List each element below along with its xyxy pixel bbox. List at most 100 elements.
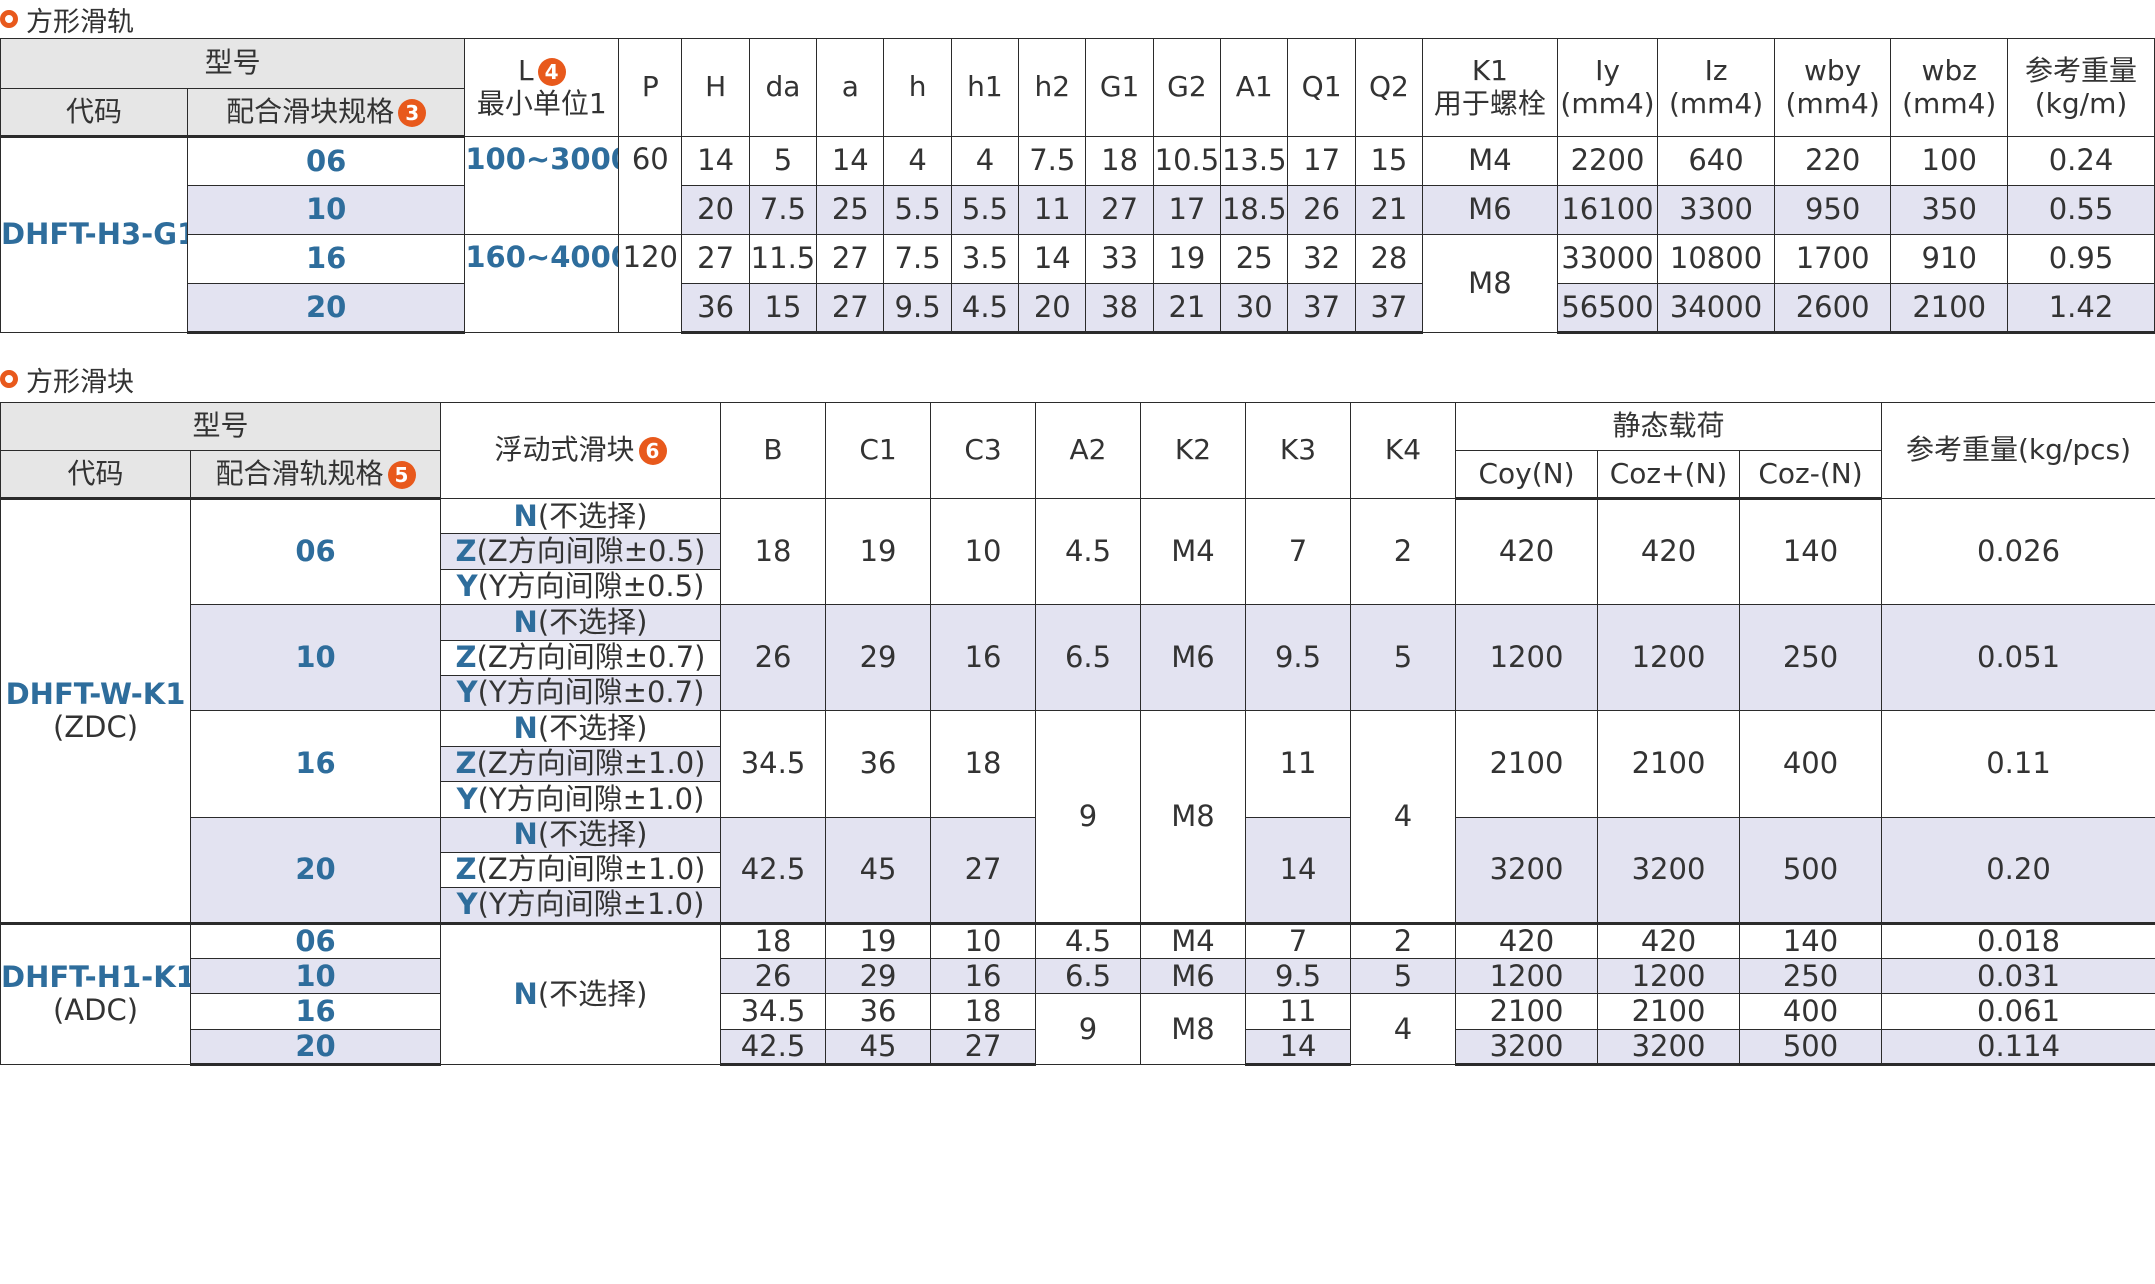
header-weight: 参考重量 (kg/m) (2007, 38, 2155, 137)
header-L: L4 最小单位1 (464, 38, 620, 137)
float-option: Z(Z方向间隙±0.5) (440, 533, 722, 570)
badge-5-icon: 5 (387, 460, 416, 489)
cell-cozm: 140 (1739, 921, 1883, 960)
cell-K2: M8 (1140, 710, 1247, 924)
rail-code: DHFT-H3-G1 (0, 136, 188, 333)
rail-L-range: 160~4000 (464, 234, 620, 333)
cell-w: 0.026 (1881, 497, 2155, 606)
cell: 27 (1085, 185, 1154, 235)
cell-coy: 1200 (1455, 604, 1599, 712)
cell-coy: 420 (1455, 497, 1599, 606)
cell-C1: 45 (825, 816, 932, 924)
float-option: Y(Y方向间隙±1.0) (440, 887, 722, 925)
cell-K2: M8 (1140, 993, 1247, 1066)
header-B: B (720, 402, 827, 499)
cell-cozm: 400 (1739, 710, 1883, 818)
cell: 7.5 (883, 234, 952, 284)
cell-w: 0.051 (1881, 604, 2155, 712)
cell: 27 (681, 234, 750, 284)
cell: 5.5 (883, 185, 952, 235)
slider-spec: 06 (189, 921, 442, 960)
cell: 10800 (1657, 234, 1775, 284)
header-A2: A2 (1035, 402, 1142, 499)
slider-code-adc: DHFT-H1-K1 (ADC) (0, 921, 191, 1066)
cell-C3: 10 (930, 497, 1037, 606)
header-da: da (748, 38, 818, 137)
cell: 0.95 (2007, 234, 2155, 284)
cell-B: 42.5 (720, 816, 827, 924)
cell-K2: M4 (1140, 497, 1247, 606)
header-cozp: Coz+(N) (1597, 450, 1741, 500)
cell-cozp: 3200 (1597, 816, 1741, 924)
header-Iy: Iy (mm4) (1556, 38, 1659, 137)
header-G2: G2 (1152, 38, 1222, 137)
slider-code-zdc: DHFT-W-K1 (ZDC) (0, 498, 191, 924)
cell: 11 (1018, 185, 1087, 235)
header-Q2: Q2 (1354, 38, 1424, 137)
cell-C1: 29 (825, 604, 932, 712)
float-option: Z(Z方向间隙±1.0) (440, 851, 722, 889)
cell: 32 (1287, 234, 1356, 284)
cell: 220 (1773, 136, 1892, 186)
badge-6-icon: 6 (638, 437, 667, 466)
cell-A2: 9 (1035, 993, 1142, 1066)
header-Iz: Iz (mm4) (1657, 38, 1775, 137)
cell-K3: 11 (1245, 710, 1352, 818)
rail-P: 120 (618, 234, 683, 333)
cell-C1: 29 (825, 958, 932, 995)
cell-K3: 9.5 (1245, 604, 1352, 712)
cell-cozm: 500 (1739, 816, 1883, 924)
rail-spec: 20 (186, 283, 466, 334)
cell: 0.55 (2007, 185, 2155, 235)
cell: 10.5 (1152, 136, 1222, 186)
cell-C3: 10 (930, 921, 1037, 960)
rail-spec: 06 (186, 136, 466, 186)
cell: 20 (681, 185, 750, 235)
rail-spec: 10 (186, 185, 466, 235)
cell: 25 (1220, 234, 1289, 284)
cell-B: 42.5 (720, 1028, 827, 1067)
cell-w: 0.061 (1881, 993, 2155, 1030)
slider-spec: 10 (189, 604, 442, 712)
slider-table: 型号 浮动式滑块 6 B C1 C3 A2 K2 K3 K4 静态载荷 参考重量(… (0, 402, 2155, 1067)
cell-cozp: 420 (1597, 921, 1741, 960)
header-h: h (883, 38, 952, 137)
cell: 14 (681, 136, 750, 186)
cell: 25 (816, 185, 885, 235)
cell-cozm: 500 (1739, 1028, 1883, 1067)
cell: 5.5 (950, 185, 1020, 235)
cell-C3: 16 (930, 958, 1037, 995)
badge-3-icon: 3 (398, 98, 427, 127)
cell-A2: 9 (1035, 710, 1142, 924)
header-code: 代码 (0, 450, 191, 500)
cell-A2: 4.5 (1035, 497, 1142, 606)
header-K1: K1 用于螺栓 (1422, 38, 1558, 137)
cell-C3: 27 (930, 1028, 1037, 1067)
cell-K3: 7 (1245, 921, 1352, 960)
cell-C1: 36 (825, 993, 932, 1030)
cell-A2: 4.5 (1035, 921, 1142, 960)
cell-C1: 36 (825, 710, 932, 818)
cell-K3: 11 (1245, 993, 1352, 1030)
section-title-rail: 方形滑轨 (0, 2, 134, 38)
cell: 15 (748, 283, 818, 334)
cell-K3: 9.5 (1245, 958, 1352, 995)
header-match-rail: 配合滑轨规格 5 (189, 450, 442, 500)
cell: 3300 (1657, 185, 1775, 235)
header-h1: h1 (950, 38, 1020, 137)
cell: 3.5 (950, 234, 1020, 284)
cell-B: 26 (720, 958, 827, 995)
cell-K3: 14 (1245, 1028, 1352, 1067)
cell: 11.5 (748, 234, 818, 284)
cell: 7.5 (1018, 136, 1087, 186)
cell-B: 34.5 (720, 993, 827, 1030)
header-K4: K4 (1350, 402, 1457, 499)
cell-K3: 7 (1245, 497, 1352, 606)
cell-K4: 5 (1350, 604, 1457, 712)
header-wby: wby (mm4) (1773, 38, 1892, 137)
cell: 5 (748, 136, 818, 186)
header-float: 浮动式滑块 6 (440, 402, 722, 499)
header-C1: C1 (825, 402, 932, 499)
cell-K4: 2 (1350, 921, 1457, 960)
cell: 350 (1890, 185, 2009, 235)
